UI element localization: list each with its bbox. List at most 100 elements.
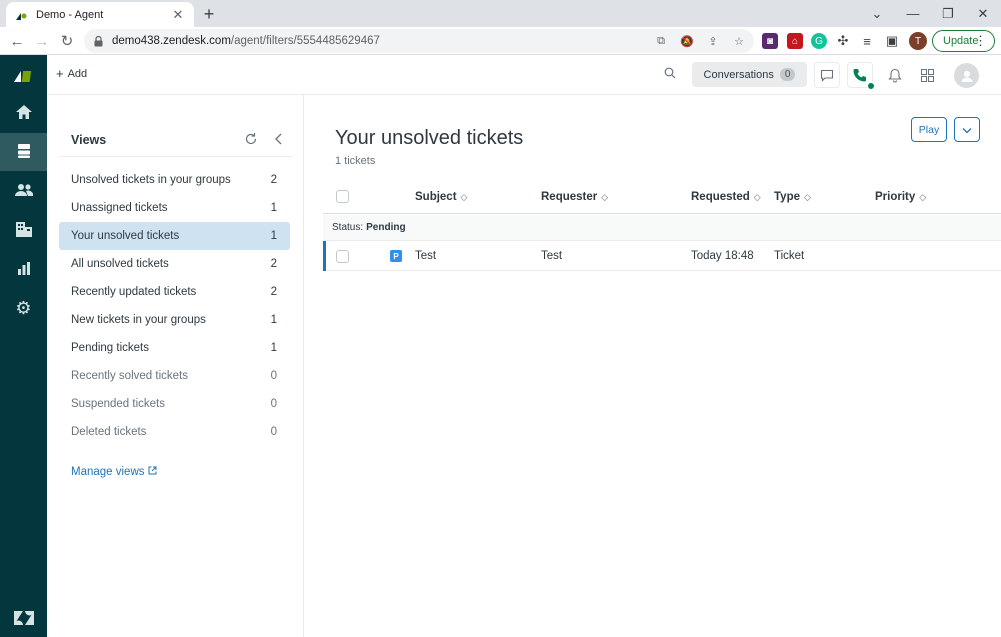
nav-home[interactable] (0, 94, 47, 132)
plus-icon: + (56, 66, 64, 81)
user-avatar[interactable] (954, 63, 979, 88)
view-unassigned[interactable]: Unassigned tickets 1 (59, 194, 290, 222)
lock-icon (94, 35, 104, 47)
conversations-button[interactable]: Conversations 0 (692, 62, 807, 87)
extensions-puzzle-icon[interactable]: ✣ (835, 33, 851, 49)
main-content: Your unsolved tickets 1 tickets Play Sub… (304, 95, 1001, 637)
column-subject[interactable]: Subject ◇ (415, 191, 467, 203)
column-type[interactable]: Type ◇ (774, 191, 811, 203)
close-window-button[interactable]: ✕ (966, 0, 1000, 27)
zendesk-favicon-icon (14, 8, 28, 22)
view-count: 1 (270, 202, 277, 214)
collapse-chevron-icon[interactable] (272, 132, 288, 148)
manage-views-link[interactable]: Manage views (71, 466, 157, 478)
browser-toolbar: ← → ↻ demo438.zendesk.com/agent/filters/… (0, 27, 1001, 55)
refresh-icon[interactable] (244, 132, 260, 148)
column-requester[interactable]: Requester ◇ (541, 191, 608, 203)
tab-title: Demo - Agent (36, 8, 104, 21)
main-nav: ⚙ (0, 55, 47, 637)
bookmark-star-icon[interactable]: ☆ (732, 34, 746, 48)
view-label: Recently updated tickets (71, 286, 197, 298)
home-icon (15, 104, 33, 123)
ticket-subject[interactable]: Test (415, 250, 436, 262)
view-recently-solved[interactable]: Recently solved tickets 0 (59, 362, 290, 390)
grammarly-extension-icon[interactable]: G (811, 33, 827, 49)
chevron-down-icon (962, 123, 972, 137)
view-pending[interactable]: Pending tickets 1 (59, 334, 290, 362)
extension-1-icon[interactable]: ◙ (762, 33, 778, 49)
new-tab-button[interactable]: + (199, 4, 219, 24)
view-deleted[interactable]: Deleted tickets 0 (59, 418, 290, 446)
nav-reporting[interactable] (0, 250, 47, 288)
view-label: Pending tickets (71, 342, 149, 354)
browser-tab[interactable]: Demo - Agent ✕ (6, 2, 194, 27)
group-row-status: Status: Pending (323, 215, 1001, 241)
pdf-extension-icon[interactable]: ⌂ (787, 33, 803, 49)
column-label: Priority (875, 191, 916, 203)
phone-icon[interactable] (847, 62, 875, 90)
views-icon (16, 143, 32, 162)
people-icon (14, 182, 34, 201)
url-text: demo438.zendesk.com/agent/filters/555448… (112, 35, 380, 47)
table-row[interactable]: P Test Test Today 18:48 Ticket (323, 241, 1001, 271)
nav-organizations[interactable] (0, 211, 47, 249)
tab-search-icon[interactable]: ⌄ (860, 0, 894, 27)
bar-chart-icon (16, 260, 32, 279)
more-menu-icon[interactable]: ⋮ (974, 33, 987, 49)
forward-button[interactable]: → (31, 31, 53, 51)
reload-button[interactable]: ↻ (56, 31, 78, 51)
back-button[interactable]: ← (6, 31, 28, 51)
chat-icon[interactable] (814, 62, 840, 88)
column-label: Subject (415, 191, 457, 203)
profile-avatar[interactable]: T (909, 32, 927, 50)
view-new-in-groups[interactable]: New tickets in your groups 1 (59, 306, 290, 334)
view-actions-dropdown[interactable] (954, 117, 980, 142)
view-count: 0 (270, 398, 277, 410)
group-value: Pending (366, 222, 406, 233)
view-label: Your unsolved tickets (71, 230, 180, 242)
notifications-blocked-icon[interactable]: 🔕 (680, 34, 694, 48)
view-all-unsolved[interactable]: All unsolved tickets 2 (59, 250, 290, 278)
restore-button[interactable]: ❐ (931, 0, 965, 27)
view-count: 1 (270, 230, 277, 242)
select-all-checkbox[interactable] (336, 190, 349, 203)
column-requested[interactable]: Requested ◇ (691, 191, 761, 203)
apps-grid-icon[interactable] (914, 62, 940, 88)
view-recently-updated[interactable]: Recently updated tickets 2 (59, 278, 290, 306)
blocked-popup-icon[interactable]: ⧉ (654, 34, 668, 48)
ticket-requester[interactable]: Test (541, 250, 562, 262)
ticket-count: 1 tickets (335, 155, 376, 167)
view-count: 1 (270, 314, 277, 326)
zendesk-product-logo-icon[interactable] (11, 65, 35, 85)
nav-customers[interactable] (0, 172, 47, 210)
column-priority[interactable]: Priority ◇ (875, 191, 926, 203)
add-button[interactable]: + Add (56, 67, 87, 80)
view-label: Deleted tickets (71, 426, 147, 438)
play-button[interactable]: Play (911, 117, 947, 142)
url-path: /agent/filters/5554485629467 (230, 35, 380, 47)
view-suspended[interactable]: Suspended tickets 0 (59, 390, 290, 418)
sort-icon: ◇ (601, 191, 609, 202)
table-header: Subject ◇ Requester ◇ Requested ◇ Type ◇ Pri… (323, 183, 1001, 214)
bell-icon[interactable] (882, 62, 908, 88)
search-icon[interactable] (664, 67, 678, 81)
online-status-dot (867, 82, 875, 90)
nav-admin[interactable]: ⚙ (0, 289, 47, 327)
update-button[interactable]: Update ⋮ (932, 30, 995, 52)
zendesk-logo-icon[interactable] (13, 609, 35, 627)
row-checkbox[interactable] (336, 250, 349, 263)
side-panel-icon[interactable]: ▣ (884, 33, 900, 49)
view-count: 2 (270, 174, 277, 186)
column-label: Requested (691, 191, 750, 203)
nav-views[interactable] (0, 133, 47, 171)
minimize-button[interactable]: — (896, 0, 930, 27)
ticket-type: Ticket (774, 250, 805, 262)
view-your-unsolved[interactable]: Your unsolved tickets 1 (59, 222, 290, 250)
sort-icon: ◇ (919, 191, 927, 202)
share-icon[interactable]: ⇪ (706, 34, 720, 48)
reading-list-icon[interactable]: ≡ (859, 33, 875, 49)
address-bar[interactable]: demo438.zendesk.com/agent/filters/555448… (84, 29, 754, 53)
column-label: Requester (541, 191, 598, 203)
close-tab-icon[interactable]: ✕ (170, 7, 186, 23)
view-unsolved-in-groups[interactable]: Unsolved tickets in your groups 2 (59, 166, 290, 194)
